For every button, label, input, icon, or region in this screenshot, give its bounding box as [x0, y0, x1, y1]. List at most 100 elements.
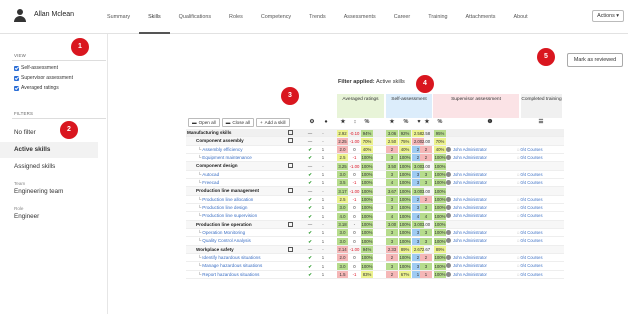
courses-link[interactable]: ◌0/4 Courses — [517, 204, 543, 212]
tab-skills[interactable]: Skills — [139, 0, 170, 34]
skill-name[interactable]: Manufacturing skills — [187, 129, 231, 137]
skill-row[interactable]: Identify hazardous situations✔12.00100%2… — [186, 254, 564, 263]
supervisor-link[interactable]: John Administrator — [446, 229, 487, 237]
skill-group-row[interactable]: Manufacturing skills — - 2.92 -0.10 94% 3.06 92… — [186, 129, 564, 138]
courses-link[interactable]: ◌0/4 Courses — [517, 146, 543, 154]
skill-name[interactable]: Workplace safety — [196, 246, 234, 254]
supervisor-link[interactable]: John Administrator — [446, 179, 487, 187]
open-all-button[interactable]: ▬ Open all — [188, 118, 220, 127]
courses-link[interactable]: ◌0/4 Courses — [517, 229, 543, 237]
supervisor-link[interactable]: John Administrator — [446, 154, 487, 162]
courses-link[interactable]: ◌0/4 Courses — [517, 171, 543, 179]
supervisor-link[interactable]: John Administrator — [446, 196, 487, 204]
tab-attachments[interactable]: Attachments — [457, 0, 505, 34]
skill-group-row[interactable]: Workplace safety — -2.14 -1.00 94% 2.33 89% 2.6… — [186, 245, 564, 254]
tab-career[interactable]: Career — [385, 0, 419, 34]
skill-name[interactable]: Production line allocation — [198, 196, 253, 204]
courses-link[interactable]: ◌0/4 Courses — [517, 237, 543, 245]
skill-row[interactable]: Production line supervision✔14.00100%410… — [186, 212, 564, 221]
tab-assessments[interactable]: Assessments — [335, 0, 385, 34]
supervisor-link[interactable]: John Administrator — [446, 212, 487, 220]
courses-link[interactable]: ◌0/4 Courses — [517, 154, 543, 162]
skill-row[interactable]: Manage hazardous situations✔13.00100%310… — [186, 262, 564, 271]
status-cell: ✔ — [308, 255, 312, 261]
document-icon[interactable] — [288, 138, 293, 144]
actions-button[interactable]: Actions ▾ — [592, 10, 624, 22]
skill-name[interactable]: Report hazardous situations — [198, 271, 259, 279]
document-icon[interactable] — [288, 188, 293, 194]
filter-assigned-skills[interactable]: Assigned skills — [14, 163, 55, 170]
skill-row[interactable]: Assembly efficiency✔12.0040%240%2240%Joh… — [186, 146, 564, 154]
supervisor-percent-cell: 100% — [434, 204, 446, 212]
skill-row[interactable]: Production line design✔13.00100%3100%331… — [186, 204, 564, 213]
skill-name[interactable]: Component assembly — [196, 137, 244, 145]
document-icon[interactable] — [288, 163, 293, 169]
skill-name[interactable]: Freecad — [198, 179, 219, 187]
skill-name[interactable]: Assembly efficiency — [198, 146, 242, 154]
tab-trends[interactable]: Trends — [300, 0, 335, 34]
tab-training[interactable]: Training — [419, 0, 456, 34]
skill-row[interactable]: Production line allocation✔12.5-1100%310… — [186, 196, 564, 204]
tab-summary[interactable]: Summary — [98, 0, 139, 34]
document-icon[interactable] — [288, 246, 293, 252]
add-skill-button[interactable]: + Add a skill — [255, 118, 290, 127]
supervisor-link[interactable]: John Administrator — [446, 254, 487, 262]
skill-name[interactable]: Operation Monitoring — [198, 229, 245, 237]
self-percent-cell: 100% — [399, 262, 411, 270]
avg-rating-cell: 2.92 — [337, 129, 348, 137]
averaged-ratings-checkbox[interactable]: Averaged ratings — [14, 85, 59, 91]
avg-rating-cell: 3.5 — [337, 179, 348, 187]
skill-name[interactable]: Autocad — [198, 171, 219, 179]
skill-row[interactable]: Operation Monitoring✔13.00100%3100%33100… — [186, 229, 564, 238]
courses-link[interactable]: ◌0/4 Courses — [517, 212, 543, 220]
skill-group-row[interactable]: Production line operation — -3.18-100% 3.00… — [186, 220, 564, 229]
skill-name[interactable]: Quality Control Analysis — [198, 237, 251, 245]
supervisor-value-cell: 1 — [420, 271, 432, 279]
self-assessment-checkbox[interactable]: Self-assessment — [14, 65, 58, 71]
tab-competency[interactable]: Competency — [252, 0, 300, 34]
skill-name[interactable]: Production line design — [198, 204, 247, 212]
info-cell: 1 — [321, 197, 325, 203]
close-all-button[interactable]: ▬ Close all — [221, 118, 254, 127]
supervisor-name: John Administrator — [453, 213, 487, 219]
add-skill-label: Add a skill — [264, 120, 286, 125]
filter-active-skills[interactable]: Active skills — [0, 142, 98, 158]
supervisor-link[interactable]: John Administrator — [446, 204, 487, 212]
skill-name[interactable]: Production line management — [196, 187, 259, 195]
team-value[interactable]: Engineering team — [14, 188, 63, 195]
courses-link[interactable]: ◌0/4 Courses — [517, 254, 543, 262]
filter-no-filter[interactable]: No filter — [14, 129, 36, 136]
supervisor-link[interactable]: John Administrator — [446, 237, 487, 245]
role-value[interactable]: Engineer — [14, 213, 39, 220]
tab-qualifications[interactable]: Qualifications — [170, 0, 220, 34]
skill-row[interactable]: Report hazardous situations ✔ 1 1.5 -1 83% 267… — [186, 271, 564, 279]
courses-link[interactable]: ◌0/4 Courses — [517, 271, 543, 279]
skill-name[interactable]: Manage hazardous situations — [198, 262, 262, 270]
document-icon[interactable] — [288, 130, 293, 135]
supervisor-link[interactable]: John Administrator — [446, 262, 487, 270]
skill-row[interactable]: Quality Control Analysis✔13.00100%3100%3… — [186, 237, 564, 246]
supervisor-link[interactable]: John Administrator — [446, 271, 487, 279]
document-icon[interactable] — [288, 221, 293, 227]
skill-name[interactable]: Equipment maintenance — [198, 154, 252, 162]
skill-name[interactable]: Component design — [196, 162, 238, 170]
tab-roles[interactable]: Roles — [220, 0, 252, 34]
skill-group-row[interactable]: Component assembly — -2.25 -1.00 70% 2.50 75% 2… — [186, 137, 564, 146]
mark-as-reviewed-button[interactable]: Mark as reviewed — [567, 53, 623, 67]
skill-name[interactable]: Identify hazardous situations — [198, 254, 260, 262]
skill-row[interactable]: Equipment maintenance✔12.5-1100%3100%221… — [186, 154, 564, 163]
supervisor-assessment-checkbox[interactable]: Supervisor assessment — [14, 75, 73, 81]
courses-link[interactable]: ◌0/4 Courses — [517, 179, 543, 187]
supervisor-link[interactable]: John Administrator — [446, 146, 487, 154]
courses-link[interactable]: ◌0/4 Courses — [517, 196, 543, 204]
skill-name[interactable]: Production line supervision — [198, 212, 257, 220]
courses-link[interactable]: ◌0/4 Courses — [517, 262, 543, 270]
percent-column-icon: % — [364, 119, 370, 125]
skill-name[interactable]: Production line operation — [196, 221, 252, 229]
skill-row[interactable]: Autocad✔13.00100%3100%33100%John Adminis… — [186, 171, 564, 179]
skill-group-row[interactable]: Production line management — -3.17 -1.00 100… — [186, 187, 564, 196]
skill-row[interactable]: Freecad✔13.5-1100%4100%33100%John Admini… — [186, 179, 564, 188]
supervisor-link[interactable]: John Administrator — [446, 171, 487, 179]
tab-about[interactable]: About — [504, 0, 536, 34]
skill-group-row[interactable]: Component design — -3.25 -1.00 100% 3.50 100% 3… — [186, 162, 564, 171]
